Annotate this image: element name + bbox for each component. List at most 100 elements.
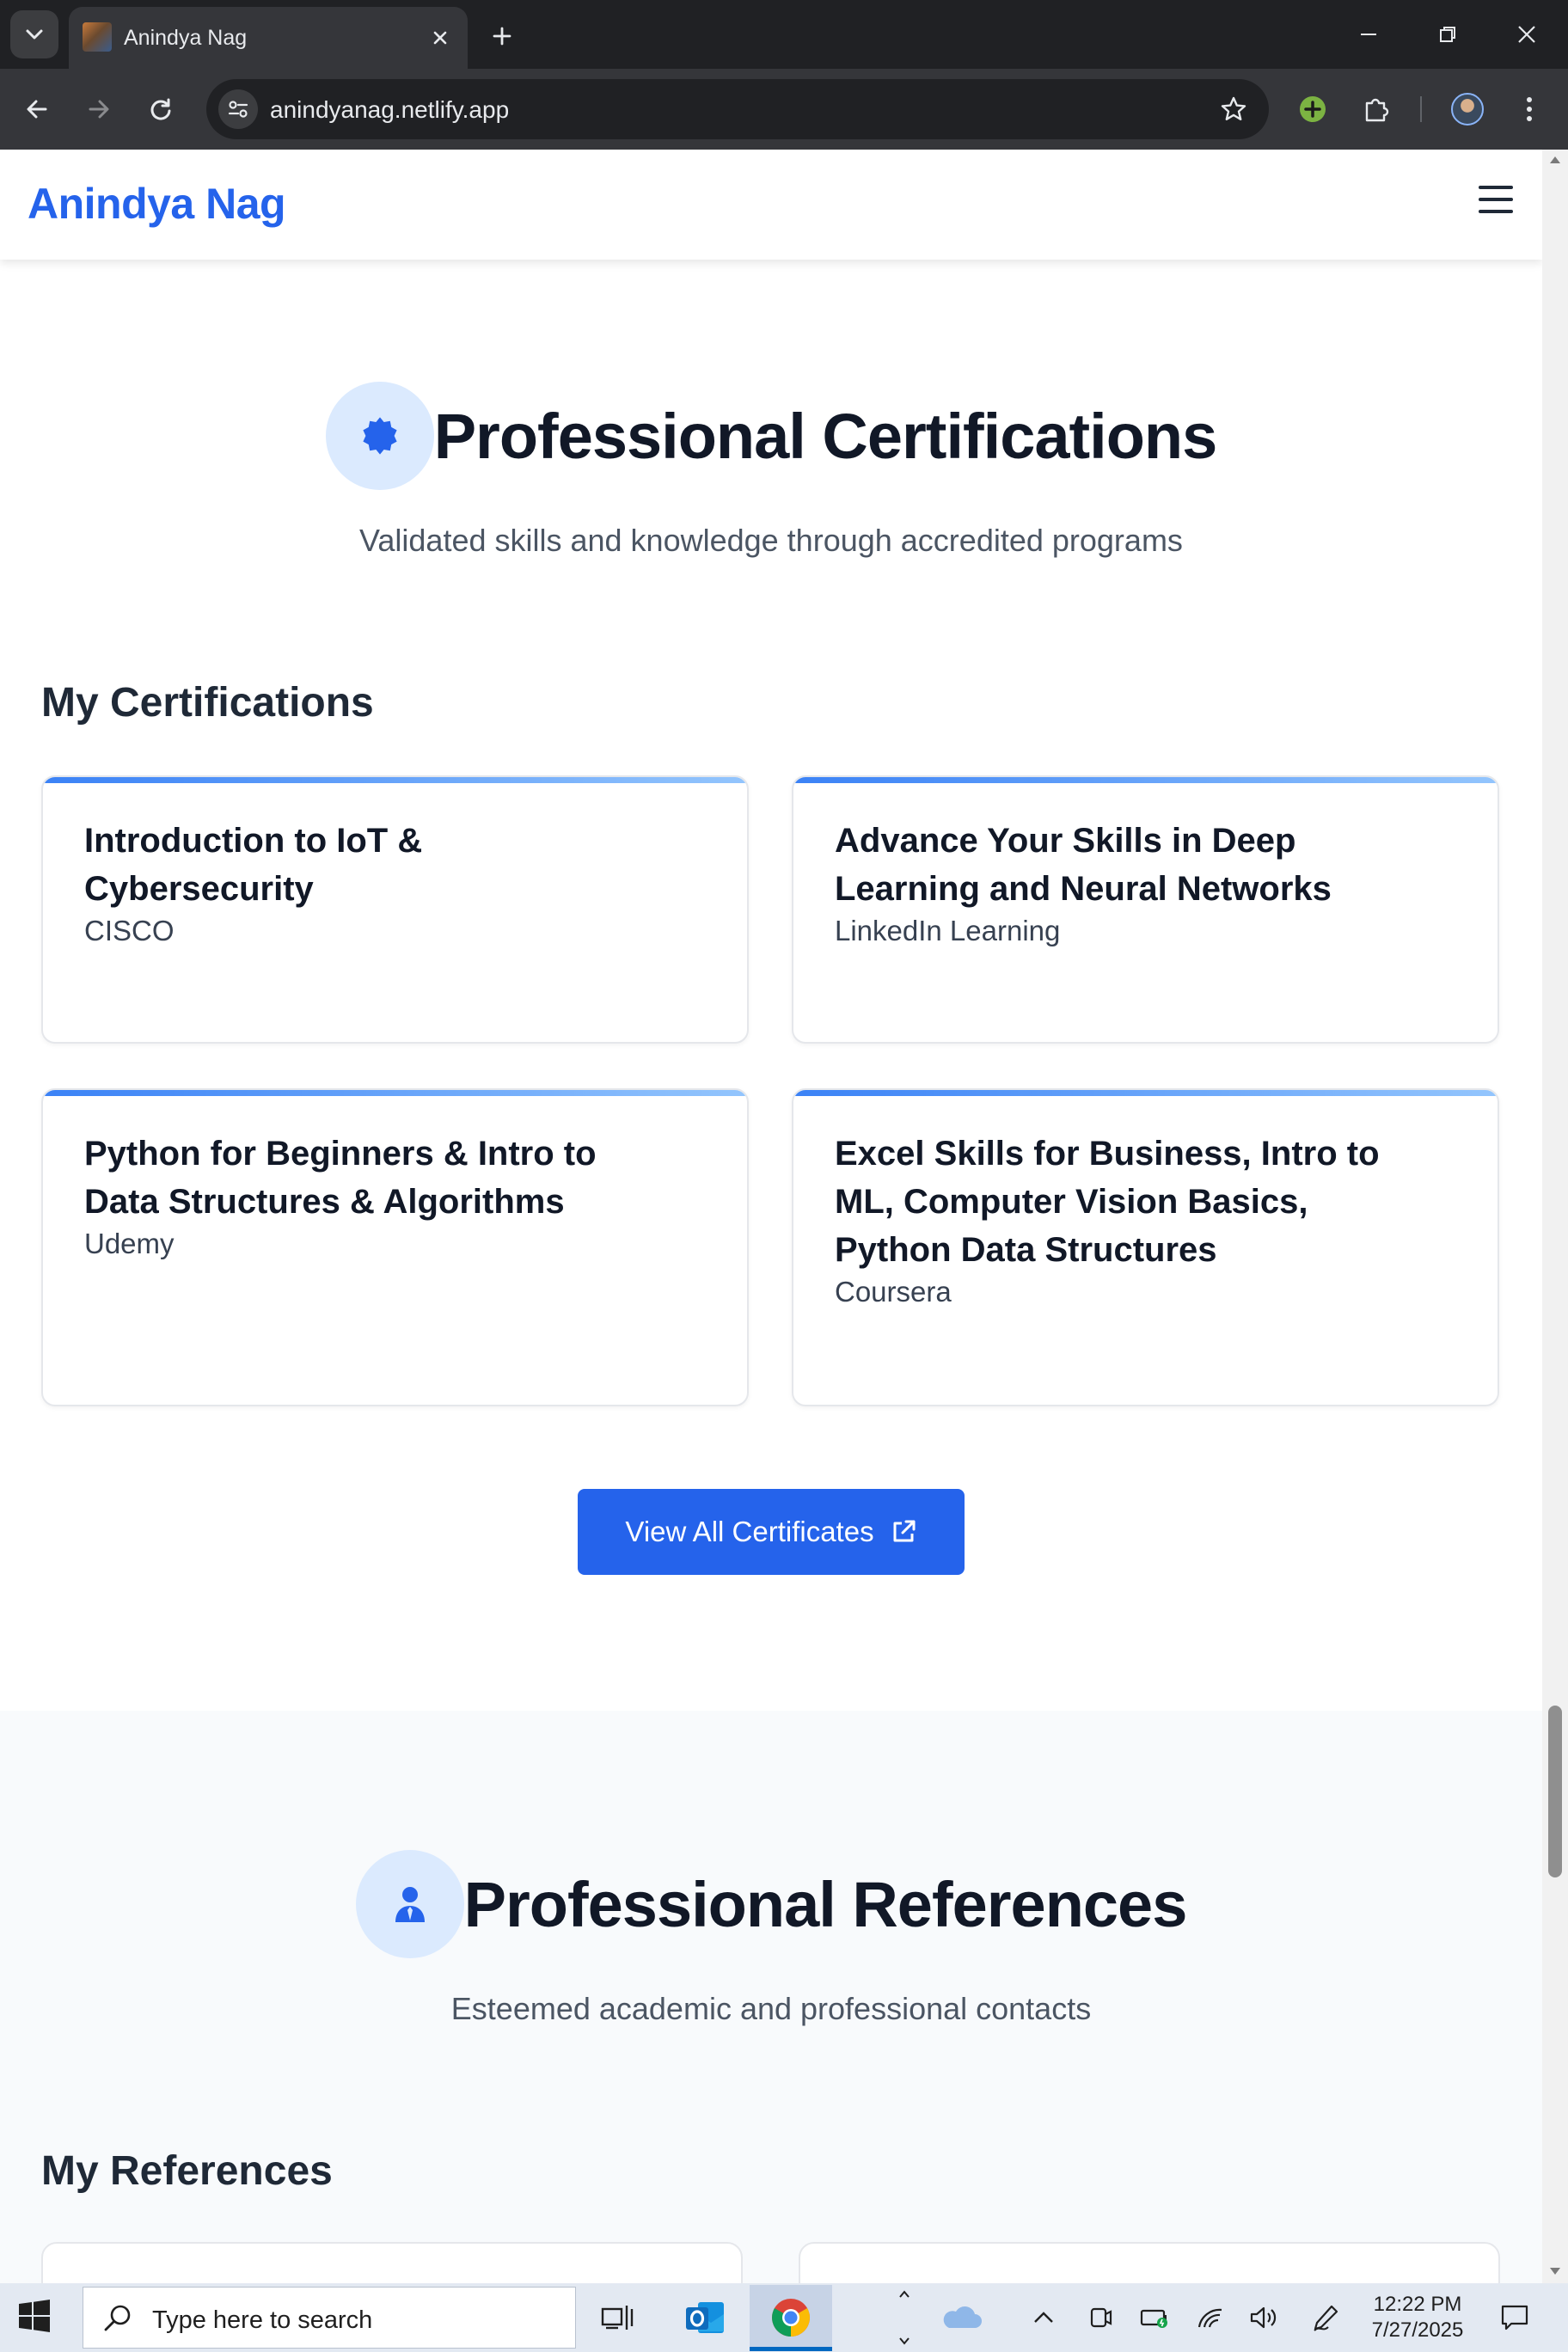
card-accent-bar xyxy=(43,1090,747,1096)
certification-title: Python for Beginners & Intro to Data Str… xyxy=(84,1135,597,1221)
notifications-button[interactable] xyxy=(1494,2300,1535,2335)
certification-issuer: LinkedIn Learning xyxy=(835,915,1061,946)
battery-button[interactable] xyxy=(1138,2300,1173,2335)
tab-title: Anindya Nag xyxy=(124,26,248,50)
taskbar-clock[interactable]: 12:22 PM 7/27/2025 xyxy=(1353,2292,1482,2343)
bookmark-button[interactable] xyxy=(1216,91,1252,127)
task-view-button[interactable] xyxy=(583,2288,652,2347)
arrow-right-icon xyxy=(89,100,109,119)
tab-search-button[interactable] xyxy=(10,10,58,58)
camera-icon xyxy=(1090,2307,1112,2328)
show-hidden-icons-button[interactable] xyxy=(1026,2300,1061,2335)
my-certifications-heading: My Certifications xyxy=(41,680,374,726)
search-icon xyxy=(104,2305,131,2331)
wifi-icon xyxy=(1197,2308,1222,2328)
chevron-down-icon xyxy=(26,29,43,40)
references-title: Professional References xyxy=(463,1868,1188,1940)
page-viewport: Anindya Nag Professional Certifications … xyxy=(0,150,1542,2283)
page-scrollbar[interactable] xyxy=(1542,150,1568,2283)
certification-card: Introduction to IoT & Cybersecurity CISC… xyxy=(41,775,749,1044)
certifications-title: Professional Certifications xyxy=(433,400,1218,472)
menu-bar-line xyxy=(1479,210,1513,213)
chrome-app-button[interactable] xyxy=(756,2288,825,2347)
tab-close-button[interactable] xyxy=(426,24,454,52)
network-button[interactable] xyxy=(1193,2300,1228,2335)
chrome-icon xyxy=(772,2299,810,2337)
back-button[interactable] xyxy=(15,88,58,131)
reference-card xyxy=(41,2242,743,2283)
arrow-left-icon xyxy=(27,100,47,119)
references-icon-circle xyxy=(355,1850,464,1958)
outlook-app-button[interactable] xyxy=(671,2288,739,2347)
external-link-icon xyxy=(893,1520,916,1542)
close-window-button[interactable] xyxy=(1506,15,1547,53)
references-title-row: Professional References xyxy=(0,1850,1542,1958)
close-icon xyxy=(433,31,447,45)
certification-issuer: CISCO xyxy=(84,915,175,946)
search-placeholder: Type here to search xyxy=(152,2306,373,2334)
speaker-icon xyxy=(1250,2306,1277,2329)
minimize-button[interactable] xyxy=(1348,15,1389,53)
plus-icon xyxy=(493,27,511,46)
chevron-up-icon xyxy=(899,2290,910,2298)
scroll-up-button[interactable] xyxy=(1547,151,1564,168)
reload-icon xyxy=(150,98,171,120)
more-vertical-icon xyxy=(1527,97,1532,121)
certificate-icon-circle xyxy=(325,382,434,490)
tune-icon xyxy=(228,101,248,118)
pen-workspace-button[interactable] xyxy=(1308,2300,1343,2335)
url-text[interactable]: anindyanag.netlify.app xyxy=(270,96,509,124)
taskbar-search-box[interactable]: Type here to search xyxy=(83,2287,576,2349)
triangle-down-icon xyxy=(1550,2268,1560,2275)
profile-button[interactable] xyxy=(1446,88,1489,131)
screen: Anindya Nag anindyanag.netlify.app Anind… xyxy=(0,0,1568,2352)
taskbar-overflow-scroll[interactable] xyxy=(889,2290,920,2345)
chevron-up-icon xyxy=(1034,2312,1053,2323)
browser-tab[interactable]: Anindya Nag xyxy=(69,7,468,69)
puzzle-icon xyxy=(1365,98,1389,122)
task-view-icon xyxy=(601,2306,634,2330)
address-bar[interactable]: anindyanag.netlify.app xyxy=(206,79,1269,139)
menu-bar-line xyxy=(1479,198,1513,201)
certifications-subtitle: Validated skills and knowledge through a… xyxy=(359,523,1183,558)
scroll-down-button[interactable] xyxy=(1547,2263,1564,2280)
new-tab-button[interactable] xyxy=(483,17,521,55)
outlook-icon xyxy=(686,2302,724,2333)
meet-now-button[interactable] xyxy=(1083,2300,1118,2335)
extensions-menu-button[interactable] xyxy=(1355,88,1398,131)
cloud-icon xyxy=(943,2306,982,2328)
close-icon xyxy=(1518,26,1535,43)
volume-button[interactable] xyxy=(1246,2300,1281,2335)
restore-button[interactable] xyxy=(1427,15,1468,53)
minimize-icon xyxy=(1361,34,1376,35)
pen-icon xyxy=(1314,2305,1338,2331)
extension-button[interactable] xyxy=(1291,88,1334,131)
restore-icon xyxy=(1440,27,1455,42)
site-favicon-icon xyxy=(83,22,112,52)
my-references-heading: My References xyxy=(41,2148,333,2194)
badge-icon xyxy=(363,417,397,455)
reload-button[interactable] xyxy=(139,88,182,131)
onedrive-button[interactable] xyxy=(937,2300,985,2335)
certification-card: Python for Beginners & Intro to Data Str… xyxy=(41,1088,749,1406)
hamburger-menu-button[interactable] xyxy=(1479,186,1513,213)
clock-time: 12:22 PM xyxy=(1373,2293,1462,2316)
view-all-certificates-button[interactable]: View All Certificates xyxy=(578,1489,965,1575)
user-tie-icon xyxy=(395,1887,425,1922)
battery-charging-icon xyxy=(1140,2309,1167,2328)
card-accent-bar xyxy=(793,777,1498,783)
reference-card xyxy=(799,2242,1500,2283)
certification-issuer: Udemy xyxy=(84,1228,175,1259)
certifications-title-row: Professional Certifications xyxy=(0,382,1542,490)
browser-menu-button[interactable] xyxy=(1508,88,1551,131)
scrollbar-thumb[interactable] xyxy=(1548,1706,1562,1877)
browser-toolbar: anindyanag.netlify.app xyxy=(0,69,1568,150)
green-plus-extension-icon xyxy=(1300,96,1326,122)
certification-issuer: Coursera xyxy=(835,1276,952,1308)
notification-icon xyxy=(1501,2305,1528,2331)
site-info-button[interactable] xyxy=(218,89,258,129)
forward-button[interactable] xyxy=(77,88,120,131)
view-all-certificates-label: View All Certificates xyxy=(625,1516,874,1547)
start-button[interactable] xyxy=(17,2299,55,2337)
site-brand-link[interactable]: Anindya Nag xyxy=(28,179,286,229)
